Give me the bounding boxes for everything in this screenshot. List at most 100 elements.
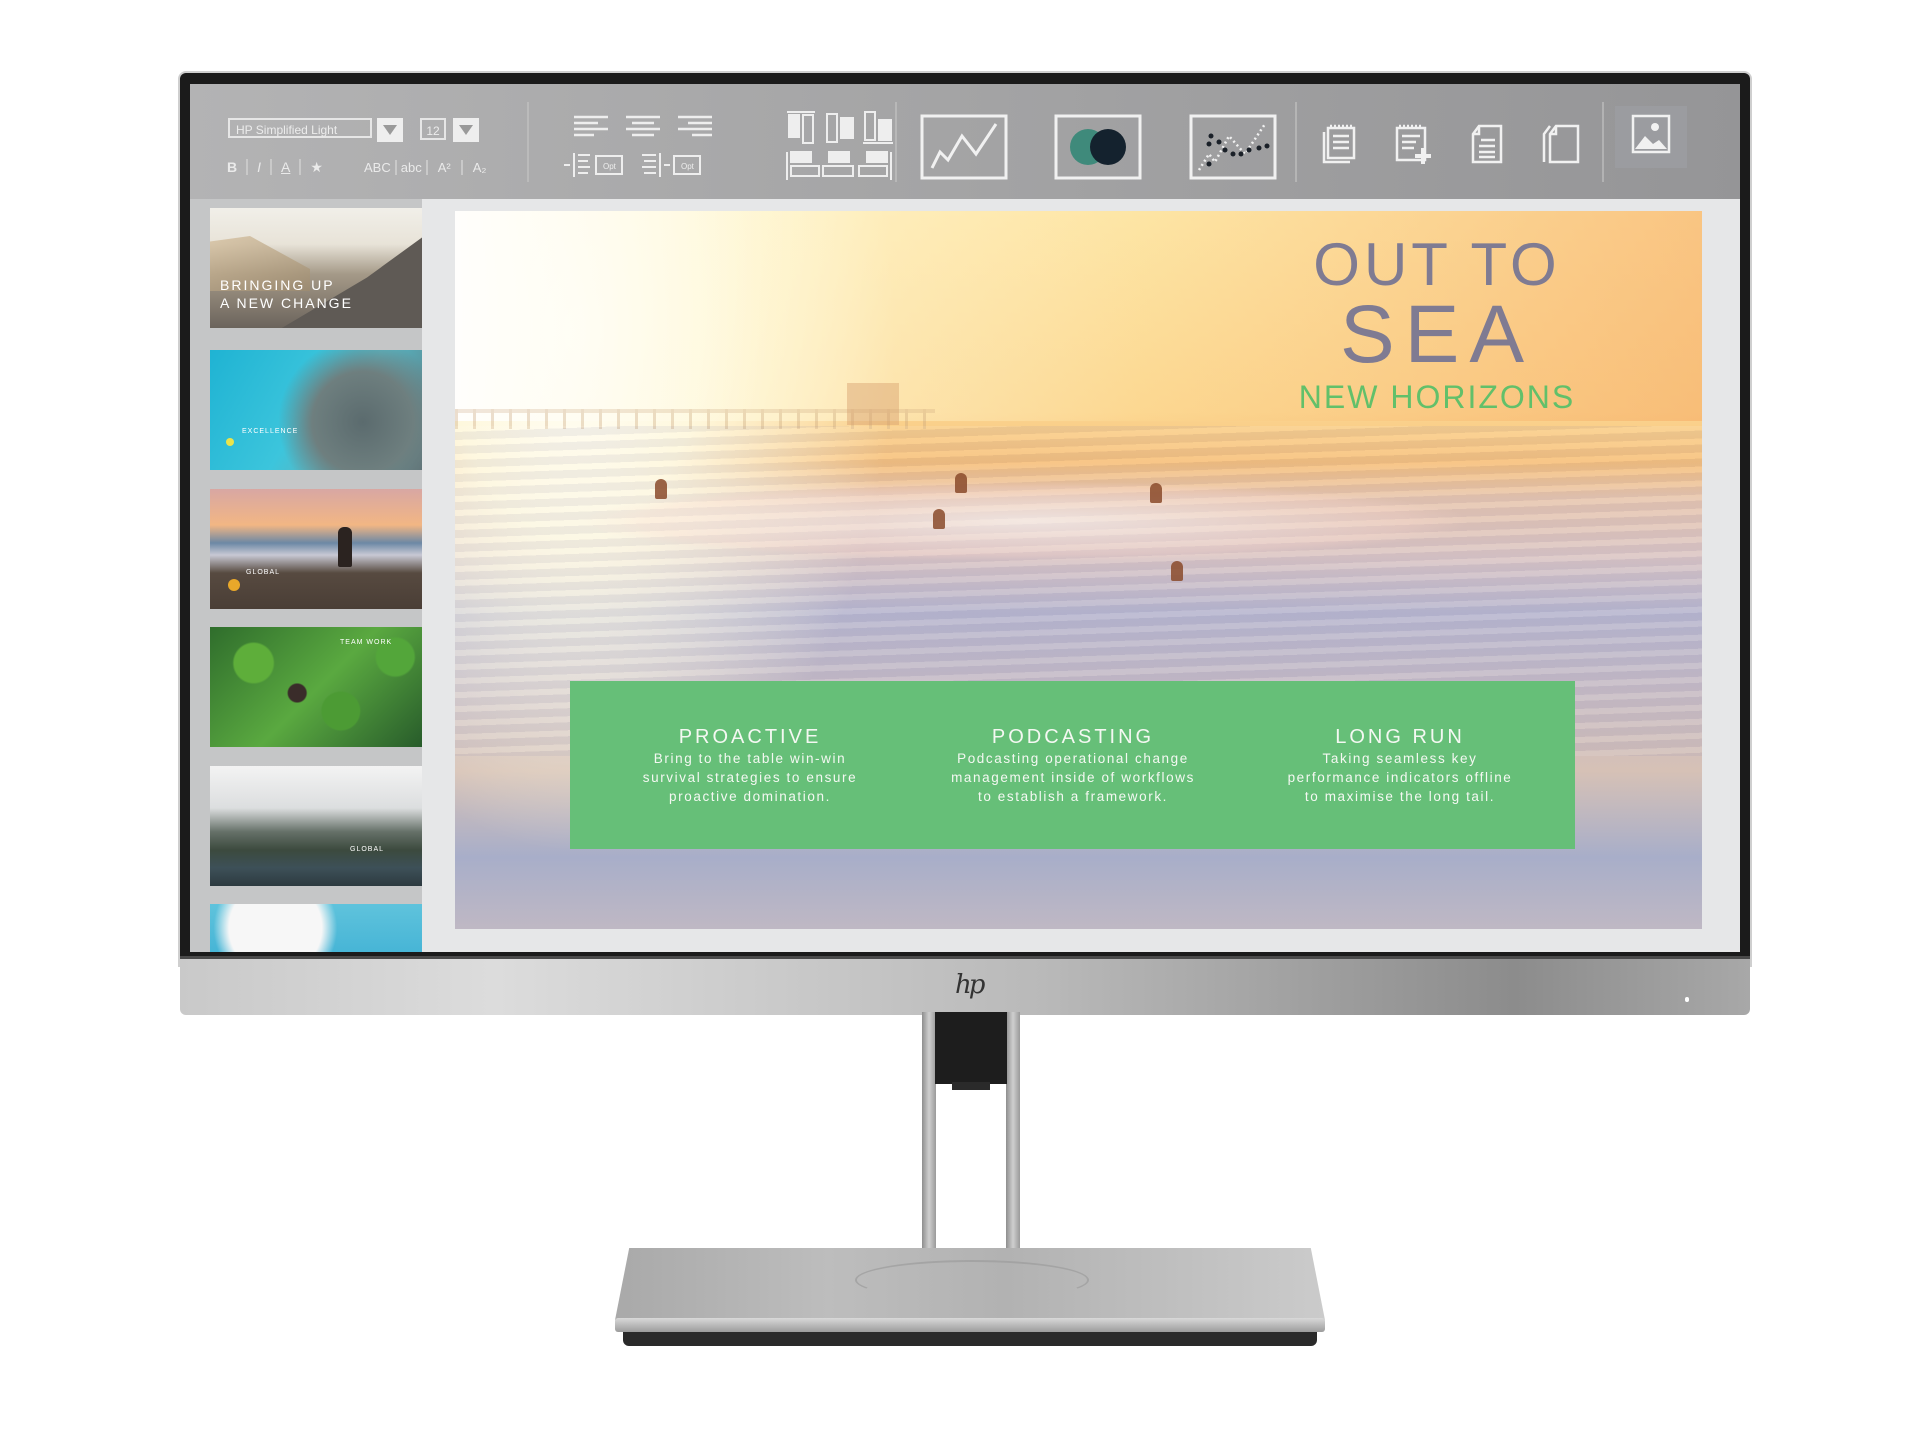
thumbnail-title-line2: A NEW CHANGE: [220, 295, 353, 311]
feature-column: LONG RUN Taking seamless key performance…: [1250, 725, 1550, 806]
venn-chart-icon: [1070, 129, 1126, 165]
feature-column: PODCASTING Podcasting operational change…: [923, 725, 1223, 806]
insert-image-button[interactable]: [1615, 106, 1687, 168]
stand-neck-tab: [952, 1082, 990, 1090]
align-center-button[interactable]: [622, 114, 664, 140]
scatter-chart-button[interactable]: [1189, 114, 1279, 182]
slide-thumbnail-6[interactable]: [210, 904, 428, 952]
highlight-button[interactable]: ★: [301, 159, 332, 176]
hp-logo: hp: [955, 970, 985, 1000]
add-note-icon: [1395, 124, 1431, 164]
font-size-dropdown-button[interactable]: [453, 118, 479, 142]
feature-text-line: to maximise the long tail.: [1304, 789, 1496, 804]
stand-base-foot: [623, 1332, 1317, 1346]
feature-heading: LONG RUN: [1335, 726, 1465, 748]
power-led-icon: [1685, 997, 1689, 1002]
font-size-input[interactable]: 12: [420, 118, 446, 140]
image-icon: [1631, 114, 1671, 154]
document-button[interactable]: [1467, 122, 1507, 166]
thumbnail-title: BRINGING UP A NEW CHANGE: [220, 276, 353, 312]
feature-heading: PROACTIVE: [678, 726, 822, 748]
toolbar: HP Simplified Light 12 B I A ★ ABC abc A…: [190, 84, 1740, 199]
align-left-button[interactable]: [570, 114, 612, 140]
copy-page-button[interactable]: [1540, 122, 1584, 166]
stand-neck: [935, 1012, 1007, 1084]
current-slide[interactable]: OUT TO SEA NEW HORIZONS PROACTIVE Bring …: [455, 211, 1702, 929]
font-family-input[interactable]: HP Simplified Light: [228, 118, 372, 138]
italic-button[interactable]: I: [248, 159, 273, 175]
feature-column: PROACTIVE Bring to the table win-win sur…: [600, 725, 900, 806]
underline-button[interactable]: A: [272, 159, 302, 175]
feature-text-line: management inside of workflows: [951, 770, 1195, 785]
thumbnail-caption: EXCELLENCE: [242, 428, 299, 435]
toolbar-divider: [895, 102, 897, 182]
slide-title-line2: SEA: [1339, 289, 1535, 380]
notes-stack-button[interactable]: [1320, 122, 1360, 166]
bold-button[interactable]: B: [218, 159, 249, 175]
stand-base: [615, 1248, 1325, 1348]
text-case-group: ABC abc A² A₂: [360, 156, 496, 178]
thumbnail-caption: TEAM WORK: [340, 639, 393, 646]
feature-text-line: Podcasting operational change: [957, 751, 1189, 766]
align-middle-icon: [826, 113, 854, 143]
feature-heading: PODCASTING: [991, 726, 1155, 748]
superscript-button[interactable]: A²: [428, 159, 463, 175]
slide-thumbnail-4[interactable]: TEAM WORK: [210, 627, 428, 747]
stand-base-edge: [615, 1318, 1325, 1332]
thumb-person: [338, 527, 352, 567]
distribute-objects-group: [786, 151, 892, 180]
slide-subtitle: NEW HORIZONS: [1298, 379, 1576, 415]
align-right-icon: [678, 115, 712, 137]
opt-label: Opt: [603, 162, 617, 171]
add-note-button[interactable]: [1393, 122, 1433, 166]
surfer-figure: [955, 473, 967, 493]
feature-text-line: survival strategies to ensure: [642, 770, 858, 785]
distribute-center-icon: [822, 151, 854, 177]
slide-thumbnail-1[interactable]: BRINGING UP A NEW CHANGE: [210, 208, 428, 328]
indent-increase-button[interactable]: Opt: [562, 150, 630, 180]
globe-icon: [228, 579, 240, 591]
align-right-button[interactable]: [674, 114, 716, 140]
align-left-icon: [574, 115, 608, 137]
slide-thumbnail-5[interactable]: GLOBAL: [210, 766, 428, 886]
thumbnail-title-line1: BRINGING UP: [220, 277, 335, 293]
thumbnail-caption: GLOBAL: [350, 846, 385, 853]
pier-house-image: [847, 383, 899, 425]
toolbar-divider: [1295, 102, 1297, 182]
surfer-figure: [1171, 561, 1183, 581]
opt-label: Opt: [681, 162, 695, 171]
feature-text-line: to establish a framework.: [977, 789, 1169, 804]
align-center-icon: [626, 115, 660, 137]
document-icon: [1471, 124, 1503, 164]
stand-rail-left: [922, 1012, 936, 1282]
align-top-icon: [787, 111, 815, 144]
surfer-figure: [1150, 483, 1162, 503]
slide-thumbnail-3[interactable]: GLOBAL: [210, 489, 428, 609]
toolbar-divider: [1602, 102, 1604, 182]
scatter-chart-icon: [1197, 123, 1270, 171]
slide-thumbnail-2[interactable]: EXCELLENCE: [210, 350, 428, 470]
line-chart-icon: [930, 123, 998, 169]
line-chart-button[interactable]: [920, 114, 1010, 182]
notes-stack-icon: [1322, 124, 1356, 164]
distribute-left-icon: [786, 151, 820, 180]
font-family-dropdown-button[interactable]: [377, 118, 403, 142]
thumbnail-caption: GLOBAL: [246, 569, 281, 576]
feature-band: PROACTIVE Bring to the table win-win sur…: [570, 681, 1575, 849]
slide-title-line1: OUT TO: [1313, 231, 1561, 298]
trophy-icon: [226, 438, 234, 446]
text-format-group: B I A ★: [218, 156, 332, 178]
indent-decrease-button[interactable]: Opt: [638, 150, 708, 180]
feature-text-line: performance indicators offline: [1287, 770, 1513, 785]
wave-image: [575, 481, 1475, 561]
lowercase-button[interactable]: abc: [397, 159, 428, 175]
feature-text-line: proactive domination.: [669, 789, 831, 804]
toolbar-divider: [527, 102, 529, 182]
align-objects-vertical-group: [787, 111, 893, 144]
align-bottom-icon: [863, 111, 893, 144]
surfer-figure: [655, 479, 667, 499]
subscript-button[interactable]: A₂: [463, 160, 497, 175]
venn-chart-button[interactable]: [1054, 114, 1144, 182]
uppercase-button[interactable]: ABC: [360, 159, 397, 175]
slide-thumbnail-panel: BRINGING UP A NEW CHANGE EXCELLENCE GLOB…: [190, 199, 428, 952]
